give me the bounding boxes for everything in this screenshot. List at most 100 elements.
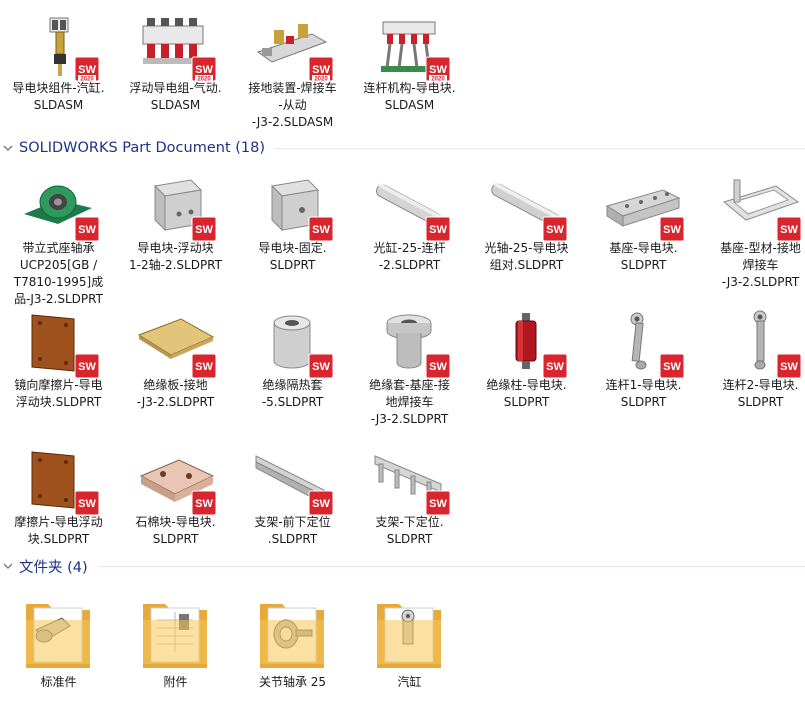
file-name-line: 支架-前下定位 — [254, 515, 331, 529]
file-name-line: -J3-2.SLDASM — [251, 115, 334, 129]
file-name-label: 绝缘板-接地 -J3-2.SLDPRT — [117, 377, 234, 411]
assembly-file-item[interactable]: SW 2020 连杆机构-导电块. SLDASM — [351, 12, 468, 132]
file-name-line: SLDPRT — [386, 532, 433, 546]
part-file-item[interactable]: SW 导电块-固定. SLDPRT — [234, 172, 351, 292]
part-file-item[interactable]: SW 摩擦片-导电浮动 块.SLDPRT — [0, 446, 117, 566]
part-file-item[interactable]: SW 镜向摩擦片-导电 浮动块.SLDPRT — [0, 309, 117, 429]
solidworks-badge-icon: SW 2020 — [191, 56, 217, 82]
part-file-item[interactable]: SW 绝缘柱-导电块. SLDPRT — [468, 309, 585, 429]
file-name-line: 镜向摩擦片-导电 — [14, 378, 103, 392]
file-name-label: 光轴-25-导电块 组对.SLDPRT — [468, 240, 585, 274]
pillow-block-bearing-icon: SW — [18, 172, 100, 242]
gray-block-icon: SW — [135, 172, 217, 242]
file-name-line: 绝缘隔热套 — [262, 378, 323, 392]
part-file-item[interactable]: SW 绝缘套-基座-接 地焊接车 -J3-2.SLDPRT — [351, 309, 468, 429]
file-name-line: SLDASM — [384, 98, 435, 112]
part-file-item[interactable]: SW 绝缘板-接地 -J3-2.SLDPRT — [117, 309, 234, 429]
file-name-line: 1-2轴-2.SLDPRT — [129, 258, 222, 272]
folder-item[interactable]: 汽缸 — [351, 590, 468, 710]
solidworks-badge-icon: SW — [74, 216, 100, 242]
connecting-rod-2-icon: SW — [720, 309, 802, 379]
solidworks-badge-icon: SW — [191, 353, 217, 379]
assembly-file-item[interactable]: SW 2020 接地装置-焊接车 -从动 -J3-2.SLDASM — [234, 12, 351, 132]
folder-item[interactable]: 关节轴承 25 — [234, 590, 351, 710]
folder-group-header[interactable]: 文件夹 (4) — [0, 555, 805, 577]
file-name-line: -5.SLDPRT — [261, 395, 324, 409]
file-name-label: 导电块-固定. SLDPRT — [234, 240, 351, 274]
conductive-block-cylinder-assembly-icon: SW 2020 — [18, 12, 100, 82]
grounding-device-assembly-icon: SW 2020 — [252, 12, 334, 82]
part-file-item[interactable]: SW 光轴-25-导电块 组对.SLDPRT — [468, 172, 585, 292]
file-name-line: 带立式座轴承 — [22, 241, 95, 255]
solidworks-badge-icon: SW — [74, 490, 100, 516]
file-name-line: 连杆1-导电块. — [605, 378, 682, 392]
file-name-label: 导电块-浮动块 1-2轴-2.SLDPRT — [117, 240, 234, 274]
gray-block-hole-icon: SW — [252, 172, 334, 242]
svg-text:SW: SW — [429, 224, 447, 236]
file-name-line: 地焊接车 — [385, 395, 434, 409]
part-file-item[interactable]: SW 带立式座轴承 UCP205[GB / T7810-1995]成 品-J3-2.S… — [0, 172, 117, 306]
solidworks-badge-icon: SW — [425, 490, 451, 516]
part-group-header[interactable]: SOLIDWORKS Part Document (18) — [0, 137, 805, 159]
file-name-line: -从动 — [278, 98, 307, 112]
profile-frame-icon: SW — [720, 172, 802, 242]
assembly-file-item[interactable]: SW 2020 导电块组件-汽缸. SLDASM — [0, 12, 117, 132]
solidworks-badge-icon: SW — [542, 216, 568, 242]
part-file-item[interactable]: SW 绝缘隔热套 -5.SLDPRT — [234, 309, 351, 429]
part-file-item[interactable]: SW 基座-型材-接地 焊接车 -J3-2.SLDPRT — [702, 172, 805, 292]
file-name-line: 摩擦片-导电浮动 — [14, 515, 103, 529]
brown-plate-icon: SW — [18, 446, 100, 516]
file-name-line: SLDPRT — [620, 395, 667, 409]
floating-conductor-pneumatic-assembly-icon: SW 2020 — [135, 12, 217, 82]
part-file-item[interactable]: SW 支架-下定位. SLDPRT — [351, 446, 468, 566]
group-title: SOLIDWORKS Part Document (18) — [19, 140, 266, 156]
svg-text:SW: SW — [780, 224, 798, 236]
group-divider — [275, 147, 805, 149]
svg-text:SW: SW — [312, 224, 330, 236]
file-name-line: SLDPRT — [620, 258, 667, 272]
solidworks-badge-icon: SW — [425, 353, 451, 379]
svg-text:SW: SW — [429, 498, 447, 510]
part-file-item[interactable]: SW 石棉块-导电块. SLDPRT — [117, 446, 234, 566]
bracket-front-icon: SW — [252, 446, 334, 516]
file-name-line: 导电块-固定. — [258, 241, 327, 255]
solidworks-badge-icon: SW — [776, 353, 802, 379]
file-name-line: UCP205[GB / — [19, 258, 98, 272]
part-file-item[interactable]: SW 基座-导电块. SLDPRT — [585, 172, 702, 292]
solidworks-badge-icon: SW — [776, 216, 802, 242]
file-name-label: 连杆1-导电块. SLDPRT — [585, 377, 702, 411]
svg-text:SW: SW — [195, 224, 213, 236]
solidworks-badge-icon: SW 2020 — [74, 56, 100, 82]
file-name-line: 绝缘套-基座-接 — [369, 378, 450, 392]
file-name-label: 支架-下定位. SLDPRT — [351, 514, 468, 548]
chevron-down-icon[interactable] — [2, 560, 14, 572]
file-name-label: 连杆2-导电块. SLDPRT — [702, 377, 805, 411]
group-title: 文件夹 (4) — [19, 559, 88, 576]
file-name-line: -J3-2.SLDPRT — [136, 395, 215, 409]
solidworks-badge-icon: SW — [74, 353, 100, 379]
folder-item[interactable]: 附件 — [117, 590, 234, 710]
base-bar-icon: SW — [603, 172, 685, 242]
file-name-line: SLDPRT — [152, 532, 199, 546]
yellow-board-icon: SW — [135, 309, 217, 379]
part-file-item[interactable]: SW 连杆1-导电块. SLDPRT — [585, 309, 702, 429]
part-file-item[interactable]: SW 支架-前下定位 .SLDPRT — [234, 446, 351, 566]
file-name-label: 光缸-25-连杆 -2.SLDPRT — [351, 240, 468, 274]
part-file-item[interactable]: SW 连杆2-导电块. SLDPRT — [702, 309, 805, 429]
folder-item[interactable]: 标准件 — [0, 590, 117, 710]
asbestos-block-icon: SW — [135, 446, 217, 516]
file-name-line: 连杆机构-导电块. — [363, 81, 456, 95]
file-name-label: 基座-型材-接地 焊接车 -J3-2.SLDPRT — [702, 240, 805, 291]
file-name-label: 带立式座轴承 UCP205[GB / T7810-1995]成 品-J3-2.SLDP… — [0, 240, 117, 308]
assembly-file-item[interactable]: SW 2020 浮动导电组-气动. SLDASM — [117, 12, 234, 132]
svg-text:SW: SW — [429, 361, 447, 373]
svg-text:SW: SW — [195, 64, 213, 76]
part-file-item[interactable]: SW 导电块-浮动块 1-2轴-2.SLDPRT — [117, 172, 234, 292]
svg-text:SW: SW — [663, 224, 681, 236]
svg-text:SW: SW — [78, 64, 96, 76]
folder-cylinder-icon — [369, 590, 449, 670]
file-name-line: 绝缘板-接地 — [143, 378, 208, 392]
file-name-line: 基座-型材-接地 — [720, 241, 801, 255]
part-file-item[interactable]: SW 光缸-25-连杆 -2.SLDPRT — [351, 172, 468, 292]
chevron-down-icon[interactable] — [2, 142, 14, 154]
